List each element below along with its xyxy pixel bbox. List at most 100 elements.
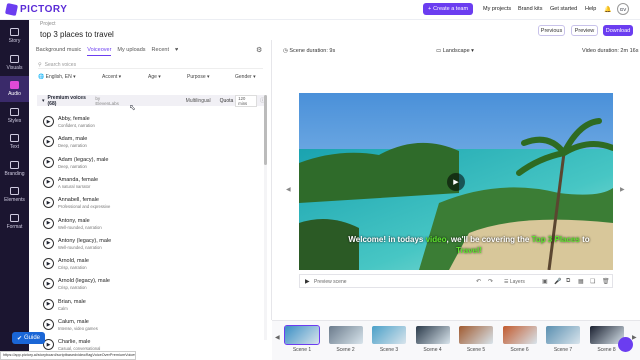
redo-icon[interactable]: ↷ [488,278,493,285]
download-button[interactable]: Download [603,25,633,36]
delete-icon[interactable]: 🗑 [602,278,610,285]
voice-list-item[interactable]: ▶ Arnold (legacy), male Crisp, narration [40,274,262,294]
plus-icon: + [427,6,432,12]
scene-thumbnail[interactable] [372,326,406,344]
preview-scene-button[interactable]: Preview scene [314,279,347,285]
voice-list-item[interactable]: ▶ Antony (legacy), male Well-rounded, narr… [40,234,262,254]
sidebar-item-branding[interactable]: Branding [0,156,29,182]
scene-thumbnail[interactable] [459,326,493,344]
play-icon[interactable]: ▶ [305,278,310,285]
sidebar-item-visuals[interactable]: Visuals [0,50,29,76]
voice-search[interactable]: ⚲ Search voices [38,61,263,69]
play-voice-icon[interactable]: ▶ [43,156,54,168]
scene-thumbnail[interactable] [284,325,320,345]
timeline-scene[interactable]: Scene 6 [502,326,537,356]
timeline-scene[interactable]: Scene 5 [459,326,493,356]
voice-description: Deep, narration [58,163,87,169]
layers-button[interactable]: ☰ Layers [504,279,525,285]
mic-icon[interactable]: 🎤 [554,278,561,285]
favorites-heart-icon[interactable]: ♥ [175,47,178,56]
play-voice-icon[interactable]: ▶ [43,258,54,270]
project-title[interactable]: top 3 places to travel [40,30,114,39]
timeline-scene[interactable]: Scene 2 [328,326,363,356]
timeline-scene[interactable]: Scene 3 [372,326,406,356]
voice-name: Arnold, male [58,258,89,265]
voice-list-item[interactable]: ▶ Adam, male Deep, narration [40,132,262,152]
voice-list-item[interactable]: ▶ Abby, female Confident, narration [40,112,262,132]
sidebar-item-elements[interactable]: Elements [0,182,29,208]
voice-filters: 🌐 English, EN ▾ Accent ▾ Age ▾ Purpose ▾… [38,74,263,82]
sidebar-item-format[interactable]: Format [0,209,29,235]
premium-voices-header[interactable]: ▾ Premium voices (68) by ElevenLabs Mult… [37,94,265,107]
voice-list-item[interactable]: ▶ Amanda, female A natural narrator [40,173,262,193]
play-voice-icon[interactable]: ▶ [43,298,54,310]
play-voice-icon[interactable]: ▶ [43,176,54,188]
chat-bubble-icon[interactable] [618,337,633,352]
preview-button[interactable]: Preview [571,25,598,36]
timeline-scene[interactable]: Scene 4 [415,326,450,356]
play-voice-icon[interactable]: ▶ [43,278,54,290]
user-avatar[interactable]: GV [617,3,629,15]
timeline-right-arrow-icon[interactable]: ▶ [632,334,637,341]
next-scene-arrow-icon[interactable]: ▶ [620,186,625,193]
guide-button[interactable]: ✔ Guide [12,332,45,344]
pictory-logo[interactable]: PICTORY [4,2,67,17]
age-filter[interactable]: Age ▾ [148,74,161,80]
duplicate-icon[interactable]: ⧉ [566,278,570,285]
caption-icon[interactable]: ▣ [542,278,548,285]
purpose-filter[interactable]: Purpose ▾ [187,74,210,80]
play-overlay-icon[interactable]: ▶ [447,173,465,191]
multilingual-toggle[interactable]: Multilingual [186,98,211,104]
search-input[interactable]: Search voices [45,62,76,68]
previous-button[interactable]: Previous [538,25,565,36]
voice-list-item[interactable]: ▶ Antony, male Well-rounded, narration [40,214,262,234]
sidebar-item-text[interactable]: Text [0,129,29,155]
tab-voiceover[interactable]: Voiceover [87,47,112,56]
create-team-button[interactable]: + Create a team [423,3,473,15]
play-voice-icon[interactable]: ▶ [43,237,54,249]
play-voice-icon[interactable]: ▶ [43,116,54,127]
voice-list-item[interactable]: ▶ Brian, male Calm [40,295,262,315]
scene-thumbnail[interactable] [415,326,450,344]
undo-icon[interactable]: ↶ [476,278,481,285]
prev-scene-arrow-icon[interactable]: ◀ [286,186,291,193]
scrollbar-thumb[interactable] [264,95,267,165]
timeline-scene[interactable]: Scene 7 [546,326,580,356]
sidebar-item-story[interactable]: Story [0,23,29,49]
image-icon[interactable]: ▦ [578,278,584,285]
get-started-link[interactable]: Get started [550,6,577,12]
timeline-left-arrow-icon[interactable]: ◀ [275,334,280,341]
create-team-label: Create a team [433,6,469,12]
video-preview[interactable]: ▶ Welcome! in todays video, we'll be cov… [299,93,613,270]
voice-list-item[interactable]: ▶ Arnold, male Crisp, narration [40,254,262,274]
settings-icon[interactable]: ⚙ [256,46,262,54]
tab-my-uploads[interactable]: My uploads [117,47,145,56]
language-filter[interactable]: 🌐 English, EN ▾ [38,74,76,80]
sidebar-item-styles[interactable]: Styles [0,103,29,129]
tab-background-music[interactable]: Background music [36,47,81,56]
scene-thumbnail[interactable] [502,326,537,344]
my-projects-link[interactable]: My projects [483,6,511,12]
copy-icon[interactable]: ❏ [590,278,595,285]
voice-list-item[interactable]: ▶ Adam (legacy), male Deep, narration [40,153,262,173]
sidebar-item-audio[interactable]: Audio [0,76,29,102]
scene-thumbnail[interactable] [328,326,363,344]
timeline-scene[interactable]: Scene 1 [284,325,320,356]
notifications-bell-icon[interactable]: 🔔 [604,6,611,13]
gender-filter[interactable]: Gender ▾ [235,74,256,80]
scene-thumbnail[interactable] [546,326,580,344]
tab-recent[interactable]: Recent [152,47,169,56]
brand-kits-link[interactable]: Brand kits [518,6,542,12]
play-voice-icon[interactable]: ▶ [43,217,54,229]
scene-label: Scene 1 [292,347,312,353]
play-voice-icon[interactable]: ▶ [43,319,54,330]
accent-filter[interactable]: Accent ▾ [102,74,121,80]
voice-list-scrollbar[interactable] [264,95,267,340]
play-voice-icon[interactable]: ▶ [43,197,54,209]
voice-list-item[interactable]: ▶ Annabell, female Professional and expres… [40,193,262,213]
play-voice-icon[interactable]: ▶ [43,136,54,148]
orientation-select[interactable]: ▭ Landscape ▾ [436,48,474,54]
voice-list-item[interactable]: ▶ Calum, male Intense, video games [40,315,262,335]
help-link[interactable]: Help [585,6,596,12]
sidebar-item-label: Elements [4,197,25,203]
